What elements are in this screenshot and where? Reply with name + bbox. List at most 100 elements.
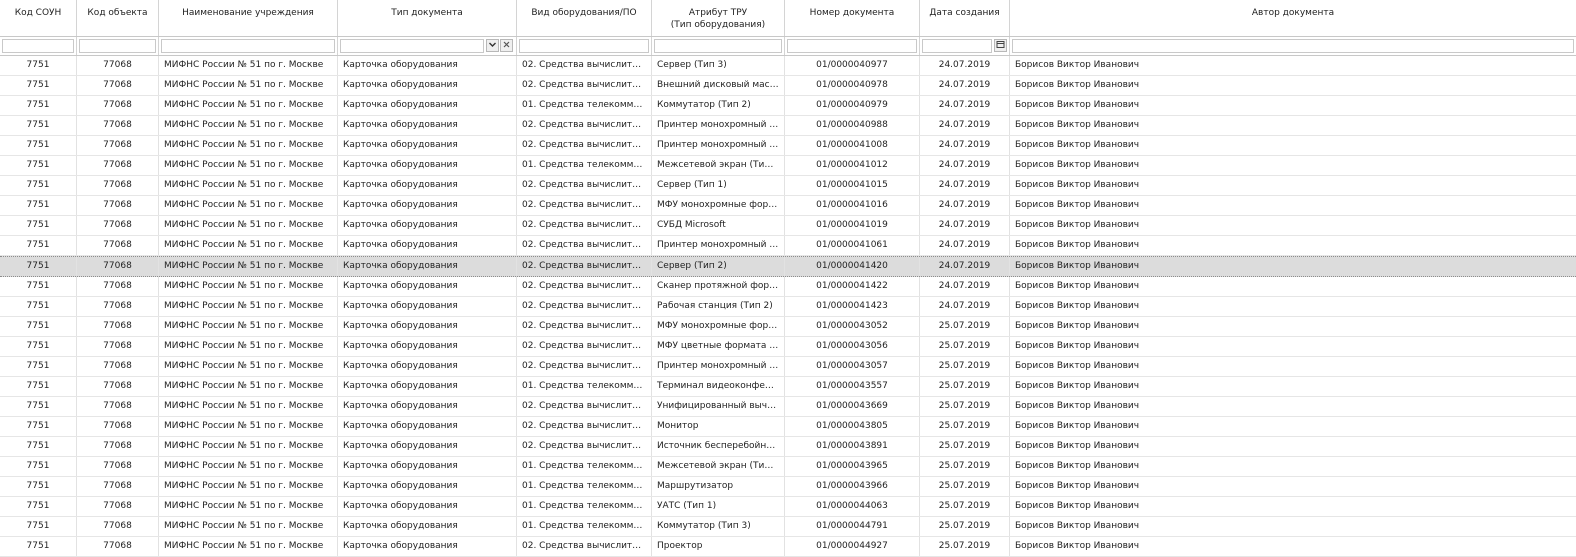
cell-object-code: 77068 <box>77 417 159 436</box>
column-header-institution-name[interactable]: Наименование учреждения <box>159 0 338 36</box>
column-header-soun-code[interactable]: Код СОУН <box>0 0 77 36</box>
filter-select-document-type[interactable] <box>340 39 484 53</box>
cell-creation-date: 25.07.2019 <box>920 417 1010 436</box>
table-row[interactable]: 7751 77068 МИФНС России № 51 по г. Москве К… <box>0 236 1576 256</box>
table-row[interactable]: 7751 77068 МИФНС России № 51 по г. Москве К… <box>0 497 1576 517</box>
cell-document-number: 01/0000043891 <box>785 437 920 456</box>
table-row[interactable]: 7751 77068 МИФНС России № 51 по г. Москве К… <box>0 216 1576 236</box>
filter-input-document-number[interactable] <box>787 39 917 53</box>
cell-object-code: 77068 <box>77 156 159 175</box>
cell-document-type: Карточка оборудования <box>338 457 517 476</box>
column-header-document-author[interactable]: Автор документа <box>1010 0 1576 36</box>
filter-input-creation-date[interactable] <box>922 39 992 53</box>
cell-document-type: Карточка оборудования <box>338 136 517 155</box>
grid-header: Код СОУН Код объекта Наименование учрежд… <box>0 0 1576 37</box>
cell-object-code: 77068 <box>77 96 159 115</box>
filter-input-tru-attribute[interactable] <box>654 39 782 53</box>
calendar-icon[interactable] <box>994 39 1007 52</box>
cell-object-code: 77068 <box>77 377 159 396</box>
table-row[interactable]: 7751 77068 МИФНС России № 51 по г. Москве К… <box>0 517 1576 537</box>
cell-tru-attribute: УАТС (Тип 1) <box>652 497 785 516</box>
cell-document-type: Карточка оборудования <box>338 437 517 456</box>
table-row[interactable]: 7751 77068 МИФНС России № 51 по г. Москве К… <box>0 176 1576 196</box>
column-header-creation-date[interactable]: Дата создания <box>920 0 1010 36</box>
table-row[interactable]: 7751 77068 МИФНС России № 51 по г. Москве К… <box>0 477 1576 497</box>
cell-equipment-kind: 01. Средства телекомму... <box>517 457 652 476</box>
column-header-object-code[interactable]: Код объекта <box>77 0 159 36</box>
filter-input-document-author[interactable] <box>1012 39 1574 53</box>
documents-grid: Код СОУН Код объекта Наименование учрежд… <box>0 0 1576 557</box>
table-row[interactable]: 7751 77068 МИФНС России № 51 по г. Москве К… <box>0 277 1576 297</box>
cell-creation-date: 24.07.2019 <box>920 76 1010 95</box>
cell-object-code: 77068 <box>77 517 159 536</box>
table-row[interactable]: 7751 77068 МИФНС России № 51 по г. Москве К… <box>0 377 1576 397</box>
table-row[interactable]: 7751 77068 МИФНС России № 51 по г. Москве К… <box>0 156 1576 176</box>
cell-document-type: Карточка оборудования <box>338 156 517 175</box>
table-row[interactable]: 7751 77068 МИФНС России № 51 по г. Москве К… <box>0 537 1576 557</box>
cell-creation-date: 25.07.2019 <box>920 357 1010 376</box>
cell-tru-attribute: Внешний дисковый масс... <box>652 76 785 95</box>
close-icon[interactable] <box>500 39 513 52</box>
table-row[interactable]: 7751 77068 МИФНС России № 51 по г. Москве К… <box>0 357 1576 377</box>
cell-creation-date: 24.07.2019 <box>920 216 1010 235</box>
cell-equipment-kind: 02. Средства вычислите... <box>517 236 652 255</box>
cell-document-number: 01/0000041015 <box>785 176 920 195</box>
cell-document-type: Карточка оборудования <box>338 417 517 436</box>
cell-document-number: 01/0000040979 <box>785 96 920 115</box>
column-header-equipment-kind[interactable]: Вид оборудования/ПО <box>517 0 652 36</box>
cell-tru-attribute: Терминал видеоконфере... <box>652 377 785 396</box>
cell-creation-date: 24.07.2019 <box>920 277 1010 296</box>
cell-object-code: 77068 <box>77 216 159 235</box>
cell-institution-name: МИФНС России № 51 по г. Москве <box>159 96 338 115</box>
cell-document-author: Борисов Виктор Иванович <box>1015 120 1140 130</box>
table-row[interactable]: 7751 77068 МИФНС России № 51 по г. Москве К… <box>0 196 1576 216</box>
table-row[interactable]: 7751 77068 МИФНС России № 51 по г. Москве К… <box>0 76 1576 96</box>
cell-soun-code: 7751 <box>0 317 77 336</box>
cell-soun-code: 7751 <box>0 257 77 276</box>
cell-tru-attribute: Межсетевой экран (Тип 2) <box>652 457 785 476</box>
cell-equipment-kind: 01. Средства телекомму... <box>517 517 652 536</box>
cell-document-type: Карточка оборудования <box>338 337 517 356</box>
cell-object-code: 77068 <box>77 357 159 376</box>
cell-creation-date: 25.07.2019 <box>920 337 1010 356</box>
table-row[interactable]: 7751 77068 МИФНС России № 51 по г. Москве К… <box>0 457 1576 477</box>
table-row[interactable]: 7751 77068 МИФНС России № 51 по г. Москве К… <box>0 397 1576 417</box>
cell-document-type: Карточка оборудования <box>338 397 517 416</box>
table-row[interactable]: 7751 77068 МИФНС России № 51 по г. Москве К… <box>0 136 1576 156</box>
column-header-document-type[interactable]: Тип документа <box>338 0 517 36</box>
table-row[interactable]: 7751 77068 МИФНС России № 51 по г. Москве К… <box>0 417 1576 437</box>
cell-document-type: Карточка оборудования <box>338 537 517 556</box>
cell-creation-date: 24.07.2019 <box>920 196 1010 215</box>
cell-equipment-kind: 02. Средства вычислите... <box>517 116 652 135</box>
filter-input-equipment-kind[interactable] <box>519 39 649 53</box>
cell-equipment-kind: 02. Средства вычислите... <box>517 257 652 276</box>
cell-document-type: Карточка оборудования <box>338 377 517 396</box>
cell-institution-name: МИФНС России № 51 по г. Москве <box>159 397 338 416</box>
cell-tru-attribute: Принтер монохромный ф... <box>652 357 785 376</box>
table-row[interactable]: 7751 77068 МИФНС России № 51 по г. Москве К… <box>0 337 1576 357</box>
cell-equipment-kind: 02. Средства вычислите... <box>517 76 652 95</box>
table-row[interactable]: 7751 77068 МИФНС России № 51 по г. Москве К… <box>0 56 1576 76</box>
cell-equipment-kind: 01. Средства телекомму... <box>517 96 652 115</box>
cell-soun-code: 7751 <box>0 76 77 95</box>
cell-tru-attribute: Коммутатор (Тип 2) <box>652 96 785 115</box>
filter-cell-document-author <box>1010 37 1576 55</box>
table-row[interactable]: 7751 77068 МИФНС России № 51 по г. Москве К… <box>0 297 1576 317</box>
filter-input-object-code[interactable] <box>79 39 156 53</box>
column-header-tru-attribute[interactable]: Атрибут ТРУ (Тип оборудования) <box>652 0 785 36</box>
cell-document-author: Борисов Виктор Иванович <box>1015 321 1140 331</box>
cell-equipment-kind: 01. Средства телекомму... <box>517 497 652 516</box>
cell-object-code: 77068 <box>77 196 159 215</box>
table-row[interactable]: 7751 77068 МИФНС России № 51 по г. Москве К… <box>0 116 1576 136</box>
table-row[interactable]: 7751 77068 МИФНС России № 51 по г. Москве К… <box>0 256 1576 277</box>
cell-creation-date: 24.07.2019 <box>920 297 1010 316</box>
cell-equipment-kind: 01. Средства телекомму... <box>517 477 652 496</box>
table-row[interactable]: 7751 77068 МИФНС России № 51 по г. Москве К… <box>0 317 1576 337</box>
cell-soun-code: 7751 <box>0 297 77 316</box>
filter-input-soun-code[interactable] <box>2 39 74 53</box>
table-row[interactable]: 7751 77068 МИФНС России № 51 по г. Москве К… <box>0 96 1576 116</box>
chevron-down-icon[interactable] <box>486 39 499 52</box>
filter-input-institution-name[interactable] <box>161 39 335 53</box>
table-row[interactable]: 7751 77068 МИФНС России № 51 по г. Москве К… <box>0 437 1576 457</box>
column-header-document-number[interactable]: Номер документа <box>785 0 920 36</box>
